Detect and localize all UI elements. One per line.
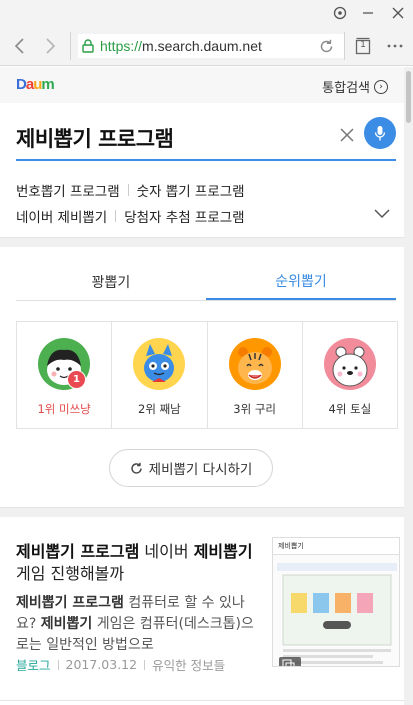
clear-icon[interactable] — [340, 123, 354, 147]
search-result[interactable]: 제비뽑기 프로그램 네이버 제비뽑기 게임 진행해볼까 제비뽑기 프로그램 컴퓨… — [16, 537, 400, 681]
tab-kkwang[interactable]: 꽝뽑기 — [16, 263, 206, 300]
avatar — [323, 338, 376, 390]
avatar — [228, 338, 281, 390]
browser-navbar: https://m.search.daum.net 1 — [0, 26, 413, 66]
thumbnail-title: 제비뽑기 — [273, 538, 399, 555]
web-page: Daum 통합검색 › 제비뽑기 프로그램 번호뽑기 프로그램 숫자 뽑기 프로… — [0, 67, 404, 705]
tab-rank[interactable]: 순위뽑기 — [206, 263, 396, 300]
rank-label: 3위 구리 — [233, 402, 276, 416]
related-item[interactable]: 당첨자 추첨 프로그램 — [124, 206, 244, 226]
scroll-thumb[interactable] — [406, 71, 411, 123]
rank-cell-4[interactable]: 4위 토실 — [303, 322, 397, 428]
refresh-icon[interactable] — [312, 26, 340, 66]
lottery-tabs: 꽝뽑기 순위뽑기 — [16, 263, 396, 301]
lock-icon — [82, 39, 94, 53]
more-menu-icon[interactable] — [380, 26, 410, 66]
daum-logo[interactable]: Daum — [16, 76, 55, 93]
browser-titlebar — [0, 0, 413, 26]
related-item[interactable]: 번호뽑기 프로그램 — [16, 180, 120, 200]
rank-label: 1위 미쓰냥 — [37, 402, 91, 416]
rank-cell-3[interactable]: 3위 구리 — [208, 322, 303, 428]
result-thumbnail[interactable]: 제비뽑기 — [272, 537, 400, 667]
related-item[interactable]: 네이버 제비뽑기 — [16, 206, 107, 226]
tracking-icon[interactable] — [326, 0, 354, 26]
url-text: https://m.search.daum.net — [100, 38, 262, 54]
related-searches: 번호뽑기 프로그램 숫자 뽑기 프로그램 네이버 제비뽑기 당첨자 추첨 프로그… — [16, 177, 396, 229]
replay-label: 제비뽑기 다시하기 — [148, 462, 253, 478]
rank-label: 4위 토실 — [328, 402, 372, 416]
related-item[interactable]: 숫자 뽑기 프로그램 — [137, 180, 245, 200]
chevron-down-icon[interactable] — [374, 207, 390, 223]
tonghap-label: 통합검색 — [322, 81, 370, 96]
result-description: 제비뽑기 프로그램 컴퓨터로 할 수 있나요? 제비뽑기 게임은 컴퓨터(데스크… — [16, 595, 254, 653]
forward-icon[interactable] — [36, 26, 64, 66]
result-date: 2017.03.12 — [65, 657, 138, 672]
daum-header: Daum 통합검색 › — [0, 67, 404, 103]
replay-button[interactable]: 제비뽑기 다시하기 — [109, 449, 273, 487]
rank-cell-2[interactable]: 2위 째남 — [112, 322, 208, 428]
rank-badge: 1 — [67, 370, 86, 389]
search-query[interactable]: 제비뽑기 프로그램 — [16, 123, 174, 153]
tabs-button[interactable]: 1 — [350, 26, 376, 66]
rank-grid: 1 1위 미쓰냥 2위 째남 3위 구리 4위 토실 — [16, 321, 398, 429]
minimize-icon[interactable] — [354, 0, 382, 26]
tonghap-search-button[interactable]: 통합검색 › — [322, 77, 388, 96]
chevron-right-icon: › — [374, 79, 388, 94]
mic-icon[interactable] — [364, 117, 396, 149]
rank-label: 2위 째남 — [138, 402, 181, 416]
scrollbar[interactable] — [404, 67, 413, 705]
avatar — [133, 338, 186, 390]
back-icon[interactable] — [6, 26, 34, 66]
rank-cell-1[interactable]: 1 1위 미쓰냥 — [17, 322, 113, 428]
search-box[interactable]: 제비뽑기 프로그램 — [16, 117, 396, 161]
result-title[interactable]: 제비뽑기 프로그램 네이버 제비뽑기 게임 진행해볼까 — [16, 541, 261, 585]
result-meta: 블로그 2017.03.12 유익한 정보들 — [16, 655, 225, 674]
result-source[interactable]: 블로그 — [16, 655, 51, 674]
result-blog-name[interactable]: 유익한 정보들 — [152, 655, 225, 674]
tab-count: 1 — [360, 39, 366, 49]
close-window-icon[interactable] — [384, 0, 412, 26]
refresh-icon — [130, 462, 143, 475]
address-bar[interactable]: https://m.search.daum.net — [78, 34, 344, 58]
